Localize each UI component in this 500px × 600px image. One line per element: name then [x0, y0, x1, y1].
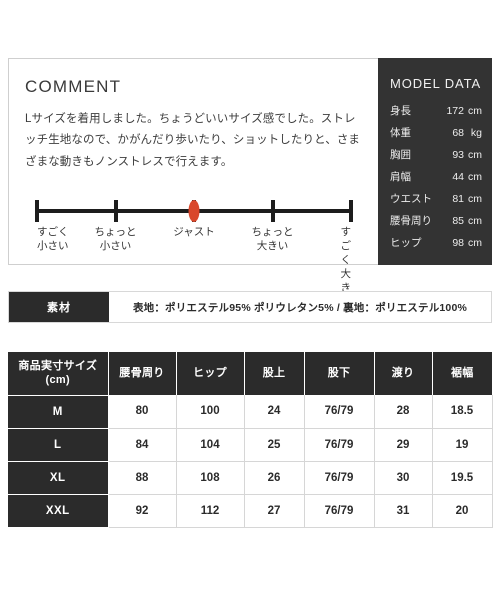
size-table-row-header: M [8, 394, 109, 428]
size-table-cell: 112 [175, 494, 245, 528]
size-table-col-header: 商品実寸サイズ (cm) [8, 352, 109, 395]
material-value: 表地：ポリエステル95% ポリウレタン5% / 裏地：ポリエステル100% [109, 292, 491, 322]
size-table-row-header: XXL [8, 493, 109, 527]
size-table-cell: 76/79 [303, 494, 375, 528]
model-data-value: 44 cm [444, 171, 482, 183]
model-data-number: 81 [452, 193, 464, 205]
size-table-cell: 31 [373, 494, 433, 528]
model-data-value: 68 kg [444, 127, 482, 139]
size-table-cell: 76/79 [303, 395, 375, 429]
model-data-value: 172 cm [444, 105, 482, 117]
size-table-row-header: XL [8, 460, 109, 494]
model-data-number: 85 [452, 215, 464, 227]
size-table-cell: 108 [175, 461, 245, 495]
model-data-unit: cm [468, 193, 482, 205]
size-table-col-header: 裾幅 [432, 352, 492, 395]
scale-label-1: ちょっと 小さい [94, 225, 137, 252]
size-table-cell: 29 [373, 428, 433, 462]
size-table-cell: 25 [243, 428, 305, 462]
model-data-label: 肩幅 [390, 171, 411, 183]
model-data-row: ヒップ 98 cm [390, 235, 482, 250]
size-table-head: 商品実寸サイズ (cm) 腰骨周り ヒップ 股上 股下 渡り 裾幅 [8, 352, 492, 395]
scale-tick-0 [35, 199, 39, 222]
size-table-cell: 24 [243, 395, 305, 429]
scale-tick-1 [113, 199, 118, 222]
table-row: XXL 92 112 27 76/79 31 20 [8, 493, 493, 528]
model-data-number: 44 [452, 171, 464, 183]
model-data-value: 98 cm [444, 237, 482, 249]
scale-label-2: ジャスト [173, 225, 215, 238]
model-data-row: 肩幅 44 cm [390, 169, 482, 184]
product-detail-top-section: COMMENT Lサイズを着用しました。ちょうどいいサイズ感でした。ストレッチ生… [8, 58, 492, 309]
size-table-col-header: 股上 [244, 352, 305, 395]
model-data-label: ウエスト [390, 193, 432, 205]
size-table-cell: 18.5 [431, 395, 493, 429]
model-data-number: 68 [452, 127, 464, 139]
size-table-cell: 88 [107, 461, 177, 495]
model-data-label: ヒップ [390, 237, 422, 249]
size-table-row-header: L [8, 427, 109, 461]
size-fit-scale: すごく 小さいちょっと 小さいジャストちょっと 大きいすごく 大きい [25, 189, 362, 309]
size-table-cell: 84 [107, 428, 177, 462]
model-data-unit: cm [468, 237, 482, 249]
scale-tick-3 [270, 199, 275, 222]
size-table-col-header: ヒップ [176, 352, 245, 395]
model-data-row: 腰骨周り 85 cm [390, 213, 482, 228]
model-data-number: 98 [452, 237, 464, 249]
comment-body-text: Lサイズを着用しました。ちょうどいいサイズ感でした。ストレッチ生地なので、かがん… [25, 113, 361, 168]
scale-label-0: すごく 小さい [37, 225, 69, 252]
model-data-value: 93 cm [444, 149, 482, 161]
scale-selected-marker [188, 199, 200, 222]
model-data-panel: MODEL DATA 身長 172 cm 体重 68 kg 胸囲 93 cm 肩幅 44 cm ウエスト… [378, 58, 492, 265]
scale-tick-4 [349, 199, 353, 222]
size-table-cell: 28 [373, 395, 433, 429]
table-row: M 80 100 24 76/79 28 18.5 [8, 394, 493, 429]
scale-label-3: ちょっと 大きい [251, 225, 294, 252]
comment-panel: COMMENT Lサイズを着用しました。ちょうどいいサイズ感でした。ストレッチ生… [8, 58, 378, 309]
model-data-unit: kg [470, 127, 482, 139]
comment-title: COMMENT [25, 77, 122, 96]
size-table-cell: 20 [431, 494, 493, 528]
model-data-row: ウエスト 81 cm [390, 191, 482, 206]
material-label: 素材 [9, 292, 109, 322]
size-table-body: M 80 100 24 76/79 28 18.5 L 84 104 25 76/79 29 19 XL 88… [8, 394, 493, 528]
model-data-number: 93 [452, 149, 464, 161]
model-data-label: 身長 [390, 105, 411, 117]
model-data-row: 体重 68 kg [390, 125, 482, 140]
model-data-label: 胸囲 [390, 149, 411, 161]
model-data-number: 172 [446, 105, 464, 117]
size-table-col-header: 腰骨周り [108, 352, 177, 395]
size-table-cell: 76/79 [303, 461, 375, 495]
model-data-label: 体重 [390, 127, 411, 139]
model-data-unit: cm [468, 105, 482, 117]
size-table-col-header: 股下 [304, 352, 375, 395]
size-table-col-header: 渡り [374, 352, 433, 395]
size-table-cell: 30 [373, 461, 433, 495]
model-data-row: 身長 172 cm [390, 103, 482, 118]
product-size-table: 商品実寸サイズ (cm) 腰骨周り ヒップ 股上 股下 渡り 裾幅 M 80 100 24 76/7… [8, 352, 493, 528]
model-data-value: 81 cm [444, 193, 482, 205]
model-data-title: MODEL DATA [390, 76, 482, 91]
model-data-value: 85 cm [444, 215, 482, 227]
size-table-cell: 100 [175, 395, 245, 429]
size-table-cell: 27 [243, 494, 305, 528]
size-table-cell: 19.5 [431, 461, 493, 495]
size-table-cell: 80 [107, 395, 177, 429]
table-row: XL 88 108 26 76/79 30 19.5 [8, 460, 493, 495]
material-row: 素材 表地：ポリエステル95% ポリウレタン5% / 裏地：ポリエステル100% [8, 291, 492, 323]
size-table-cell: 26 [243, 461, 305, 495]
size-table-cell: 19 [431, 428, 493, 462]
table-row: L 84 104 25 76/79 29 19 [8, 427, 493, 462]
model-data-row: 胸囲 93 cm [390, 147, 482, 162]
model-data-unit: cm [468, 171, 482, 183]
model-data-unit: cm [468, 149, 482, 161]
size-table-cell: 104 [175, 428, 245, 462]
size-table-header-row: 商品実寸サイズ (cm) 腰骨周り ヒップ 股上 股下 渡り 裾幅 [8, 352, 492, 395]
model-data-rows: 身長 172 cm 体重 68 kg 胸囲 93 cm 肩幅 44 cm ウエスト 81 cm 腰骨周り 85 c… [390, 103, 482, 250]
model-data-unit: cm [468, 215, 482, 227]
model-data-label: 腰骨周り [390, 215, 432, 227]
size-table-cell: 76/79 [303, 428, 375, 462]
size-table-cell: 92 [107, 494, 177, 528]
